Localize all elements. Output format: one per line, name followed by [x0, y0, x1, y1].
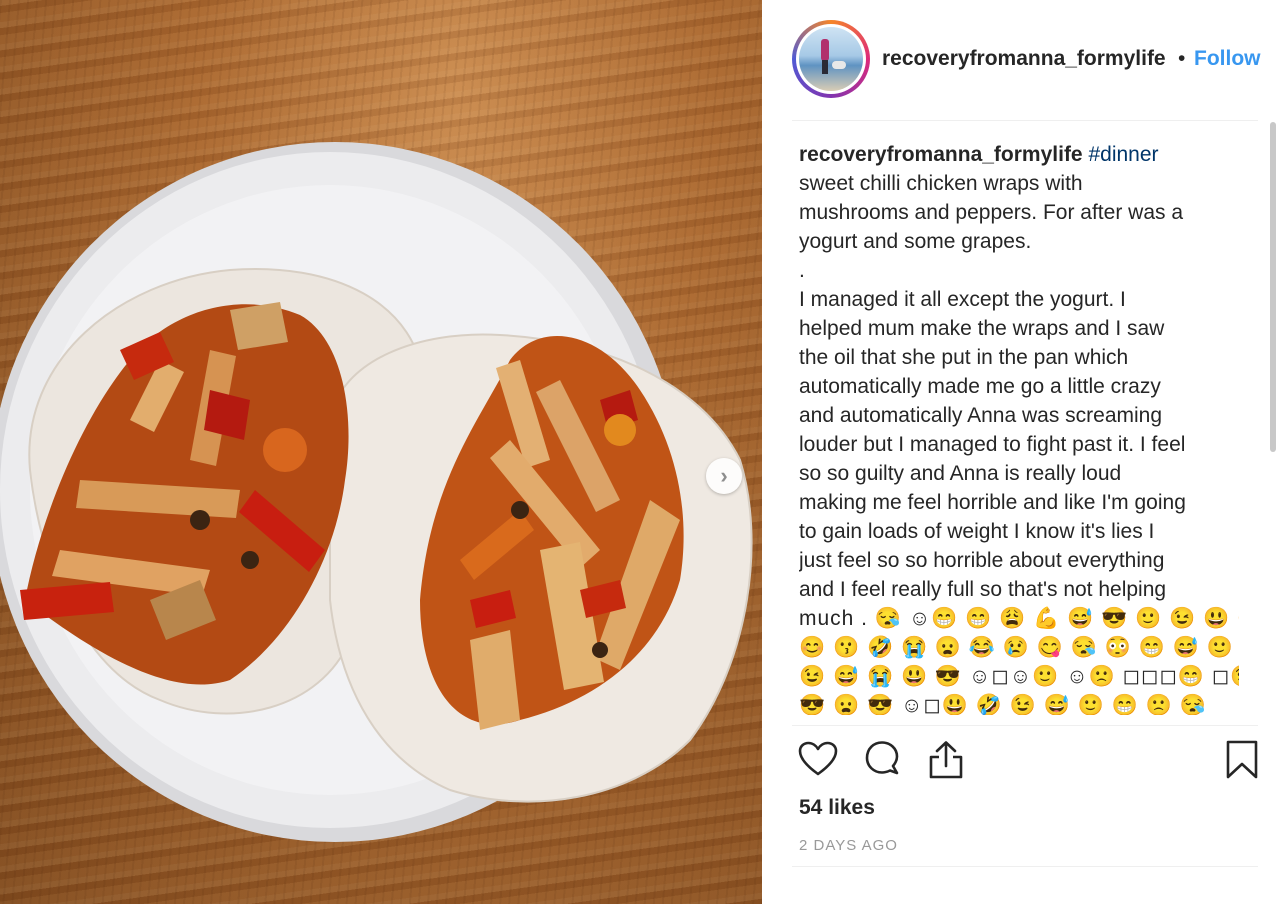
caption-area: recoveryfromanna_formylife #dinner sweet…	[799, 140, 1239, 715]
header-username[interactable]: recoveryfromanna_formylife	[882, 47, 1172, 71]
comment-divider	[792, 866, 1258, 867]
scrollbar-thumb[interactable]	[1270, 122, 1276, 452]
post-photo[interactable]: ›	[0, 0, 762, 904]
avatar[interactable]	[796, 24, 866, 94]
caption-emoji-line: 😎 😦 😎 ☺◻😃 🤣 😉 😅 🙂 😁 🙁 😪	[799, 694, 1207, 715]
caption: recoveryfromanna_formylife #dinner sweet…	[799, 140, 1239, 715]
caption-hashtag[interactable]: #dinner	[1088, 143, 1158, 166]
caption-username[interactable]: recoveryfromanna_formylife	[799, 143, 1083, 166]
post-header: recoveryfromanna_formylife • Follow	[762, 0, 1280, 120]
caption-emoji-line: 😉 😅 😭 😃 😎 ☺◻☺🙂 ☺🙁 ◻◻◻😁 ◻😉	[799, 665, 1239, 688]
share-icon[interactable]	[926, 740, 966, 780]
header-divider	[792, 120, 1258, 121]
heart-icon[interactable]	[798, 740, 838, 780]
follow-button[interactable]: Follow	[1194, 47, 1280, 71]
caption-line: and I feel really full so that's not hel…	[799, 578, 1167, 601]
caption-line: I managed it all except the yogurt. I	[799, 288, 1126, 311]
caption-emoji-line: much . 😪 ☺😁 😁 😩 💪 😅 😎 🙂 😉 😃 😆	[799, 607, 1239, 630]
food-plate-illustration	[0, 142, 753, 842]
like-count[interactable]: 54 likes	[799, 796, 875, 820]
caption-line: so so guilty and Anna is really loud	[799, 462, 1122, 485]
caption-line: sweet chilli chicken wraps with	[799, 172, 1083, 195]
caption-line: and automatically Anna was screaming	[799, 404, 1163, 427]
action-bar	[798, 740, 1258, 784]
caption-line: yogurt and some grapes.	[799, 230, 1032, 253]
post-sidebar: recoveryfromanna_formylife • Follow reco…	[762, 0, 1280, 904]
caption-line: automatically made me go a little crazy	[799, 375, 1161, 398]
chevron-right-icon: ›	[720, 463, 728, 488]
caption-emoji-line: 😊 😗 🤣 😭 😦 😂 😢 😋 😪 😳 😁 😅 🙂 🤣	[799, 636, 1239, 659]
caption-line: mushrooms and peppers. For after was a	[799, 201, 1184, 224]
avatar-photo	[799, 27, 863, 91]
caption-line: .	[799, 259, 805, 282]
caption-line: the oil that she put in the pan which	[799, 346, 1129, 369]
comment-icon[interactable]	[862, 740, 902, 780]
post-date[interactable]: 2 DAYS AGO	[799, 837, 898, 854]
actions-divider	[792, 725, 1258, 726]
caption-line: to gain loads of weight I know it's lies…	[799, 520, 1155, 543]
caption-line: just feel so so horrible about everythin…	[799, 549, 1165, 572]
comments-scrollbar[interactable]	[1270, 122, 1276, 722]
separator-dot: •	[1178, 47, 1186, 70]
caption-line: making me feel horrible and like I'm goi…	[799, 491, 1186, 514]
caption-line: helped mum make the wraps and I saw	[799, 317, 1165, 340]
bookmark-icon[interactable]	[1222, 740, 1262, 780]
story-ring[interactable]	[792, 20, 870, 98]
next-photo-button[interactable]: ›	[706, 458, 742, 494]
caption-line: louder but I managed to fight past it. I…	[799, 433, 1186, 456]
